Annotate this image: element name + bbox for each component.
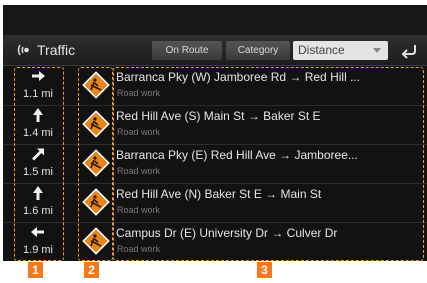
category-button[interactable]: Category <box>226 41 290 60</box>
sign-column-outline <box>78 67 113 261</box>
sort-dropdown[interactable]: Distance <box>293 41 388 60</box>
callout-badge-2: 2 <box>84 262 99 278</box>
callout-badge-3: 3 <box>257 262 272 278</box>
status-bar <box>3 5 427 35</box>
on-route-button[interactable]: On Route <box>152 41 222 60</box>
radio-signal-icon <box>17 44 29 56</box>
page-title: Traffic <box>37 42 76 58</box>
direction-column-outline <box>14 67 64 261</box>
header-bar: Traffic On Route Category Distance <box>3 35 427 66</box>
back-arrow-icon <box>401 45 416 59</box>
sort-dropdown-value: Distance <box>298 43 345 57</box>
callout-badge-1: 1 <box>28 262 43 278</box>
traffic-screen: Traffic On Route Category Distance 1.1 m… <box>3 5 427 261</box>
chevron-down-icon <box>373 48 381 53</box>
back-button[interactable] <box>395 39 423 61</box>
road-column-outline <box>113 67 424 261</box>
title-area: Traffic <box>17 35 75 65</box>
